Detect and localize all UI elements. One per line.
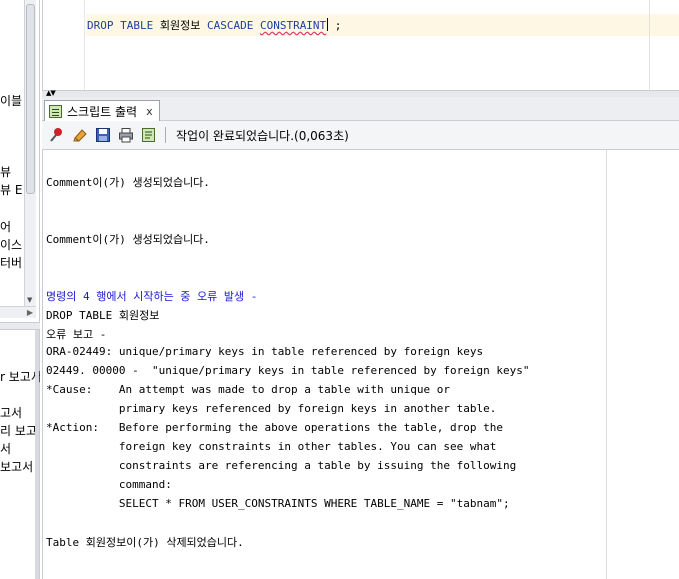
tree-item-editioning-views[interactable]: 뷰 E <box>0 181 22 198</box>
tree-item-views[interactable]: 뷰 <box>0 163 11 180</box>
sql-keyword: CASCADE <box>200 19 260 32</box>
report-item[interactable]: 고서 <box>0 404 22 421</box>
error-code-line: ORA-02449: unique/primary keys in table … <box>46 345 484 358</box>
tree-item-indexes[interactable]: 어 <box>0 218 11 235</box>
error-heading: 명령의 4 행에서 시작하는 중 오류 발생 - <box>46 290 258 303</box>
sql-terminator: ; <box>328 19 342 32</box>
reports-scrollbar[interactable] <box>35 330 39 579</box>
pin-icon[interactable] <box>48 127 65 144</box>
connections-tree: 이블 뷰 뷰 E 어 이스 터버 ▼ ▶ <box>0 0 40 322</box>
save-icon[interactable] <box>94 127 111 144</box>
script-output-icon <box>49 104 62 118</box>
output-line: primary keys referenced by foreign keys … <box>46 402 497 415</box>
script-icon[interactable] <box>140 127 157 144</box>
tree-item-packages[interactable]: 이스 <box>0 236 22 253</box>
sql-keyword: DROP TABLE <box>87 19 160 32</box>
navigator-panel: 이블 뷰 뷰 E 어 이스 터버 ▼ ▶ r 보고서 고서 리 보고 서 보고서 <box>0 0 40 579</box>
output-line: foreign key constraints in other tables.… <box>46 440 497 453</box>
tab-script-output[interactable]: 스크립트 출력 x <box>44 100 160 121</box>
output-line: Comment이(가) 생성되었습니다. <box>46 233 210 246</box>
tree-vertical-scrollbar[interactable]: ▼ <box>24 0 36 306</box>
sql-table-name: 회원정보 <box>159 19 201 32</box>
output-line: *Cause: An attempt was made to drop a ta… <box>46 383 450 396</box>
output-line: 오류 보고 - <box>46 328 107 341</box>
report-item[interactable]: 보고서 <box>0 458 33 475</box>
reports-tree: r 보고서 고서 리 보고 서 보고서 <box>0 330 40 579</box>
script-output-area[interactable]: Comment이(가) 생성되었습니다. Comment이(가) 생성되었습니다… <box>42 150 679 579</box>
output-line: *Action: Before performing the above ope… <box>46 421 503 434</box>
output-line: DROP TABLE 회원정보 <box>46 309 160 322</box>
sql-keyword-flagged: CONSTRAINT <box>259 19 327 32</box>
report-item[interactable]: 서 <box>0 440 11 457</box>
toolbar-separator <box>165 127 166 143</box>
output-line: 02449. 00000 - "unique/primary keys in t… <box>46 364 530 377</box>
output-margin-guide <box>606 150 607 579</box>
scroll-right-arrow-icon[interactable]: ▶ <box>27 308 33 317</box>
report-item[interactable]: r 보고서 <box>0 368 40 385</box>
tab-label: 스크립트 출력 <box>67 104 138 119</box>
output-line: constraints are referencing a table by i… <box>46 459 517 472</box>
eraser-icon[interactable] <box>71 127 88 144</box>
output-line: Table 회원정보이(가) 삭제되었습니다. <box>46 536 244 549</box>
print-icon[interactable] <box>117 127 134 144</box>
editor-output-splitter[interactable]: ▲▼ <box>42 89 679 97</box>
report-item[interactable]: 리 보고 <box>0 422 37 439</box>
tree-item-procedures[interactable]: 터버 <box>0 254 22 271</box>
close-icon[interactable]: x <box>146 105 153 118</box>
output-line: command: <box>46 478 172 491</box>
scroll-thumb[interactable] <box>26 4 35 194</box>
execution-status: 작업이 완료되었습니다.(0,063초) <box>176 128 349 143</box>
tree-item-tables[interactable]: 이블 <box>0 92 22 109</box>
output-tab-bar: 스크립트 출력 x <box>42 97 679 121</box>
right-margin-guide <box>649 0 650 90</box>
line-gutter <box>43 0 85 90</box>
panel-splitter[interactable] <box>0 322 40 330</box>
sql-worksheet-editor[interactable]: DROP TABLE 회원정보 CASCADE CONSTRAINT ; <box>42 0 679 90</box>
sql-statement[interactable]: DROP TABLE 회원정보 CASCADE CONSTRAINT ; <box>87 17 341 33</box>
output-line: Comment이(가) 생성되었습니다. <box>46 176 210 189</box>
scroll-down-arrow-icon[interactable]: ▼ <box>27 296 32 304</box>
output-toolbar: 작업이 완료되었습니다.(0,063초) <box>42 121 679 150</box>
collapse-arrows-icon[interactable]: ▲▼ <box>46 89 56 97</box>
tree-horizontal-scrollbar[interactable]: ▶ <box>0 306 36 318</box>
output-line: SELECT * FROM USER_CONSTRAINTS WHERE TAB… <box>46 497 510 510</box>
